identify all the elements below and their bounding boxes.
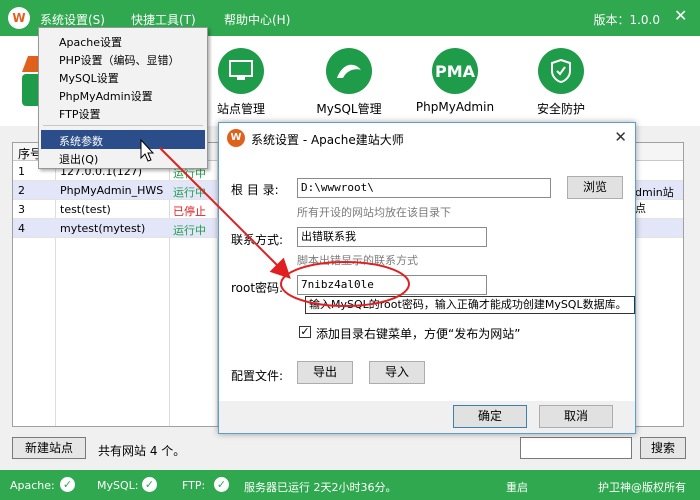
annotation-ellipse (280, 261, 410, 307)
app-window: 系统设置(S) 快捷工具(T) 帮助中心(H) 版本：1.0.0 ✕ 站点管理 … (0, 0, 700, 500)
mouse-cursor-icon (140, 138, 155, 162)
annotation-overlay (140, 138, 410, 307)
annotation-arrow (159, 147, 291, 279)
